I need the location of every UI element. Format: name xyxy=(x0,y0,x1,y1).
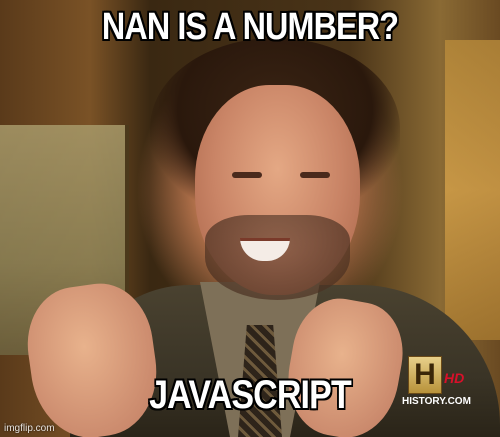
hd-badge: HD xyxy=(444,370,465,386)
meme-image: NAN IS A NUMBER? JAVASCRIPT H HD HISTORY… xyxy=(0,0,500,437)
logo-site-text: HISTORY.COM xyxy=(402,396,471,407)
top-caption: NAN IS A NUMBER? xyxy=(101,6,399,48)
imgflip-watermark: imgflip.com xyxy=(4,423,55,434)
background-light xyxy=(445,40,500,340)
left-eye xyxy=(232,172,262,178)
history-h-icon: H xyxy=(408,356,442,394)
right-eye xyxy=(300,172,330,178)
history-channel-logo: H HD HISTORY.COM xyxy=(398,356,498,416)
